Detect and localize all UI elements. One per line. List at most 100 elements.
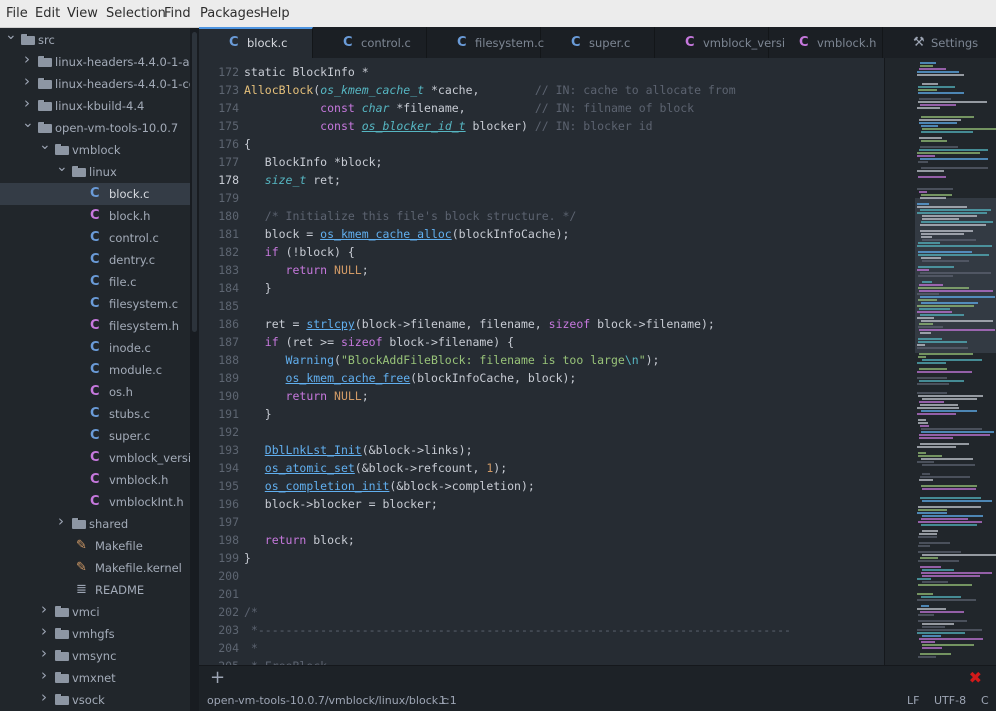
code-line[interactable]: ret = strlcpy(block->filename, filename,… (244, 317, 715, 331)
minimap-line (920, 404, 958, 406)
tree-file[interactable]: Cblock.h (0, 205, 190, 227)
tree-file[interactable]: Cmodule.c (0, 359, 190, 381)
tree-file[interactable]: Cblock.c (0, 183, 190, 205)
code-line[interactable]: /* Initialize this file's block structur… (244, 209, 577, 223)
status-line-ending[interactable]: LF (907, 694, 919, 707)
code-line[interactable]: size_t ret; (244, 173, 341, 187)
code-line[interactable]: const os_blocker_id_t blocker) // IN: bl… (244, 119, 652, 133)
menu-packages[interactable]: Packages (200, 6, 261, 21)
status-cursor-position[interactable]: 1:1 (439, 694, 457, 707)
code-line[interactable]: block = os_kmem_cache_alloc(blockInfoCac… (244, 227, 570, 241)
code-line[interactable]: } (244, 281, 272, 295)
code-line[interactable]: Warning("BlockAddFileBlock: filename is … (244, 353, 660, 367)
menu-view[interactable]: View (67, 6, 98, 21)
chevron-down-icon[interactable]: ⌄ (39, 138, 51, 152)
tree-file[interactable]: Cvmblock_version (0, 447, 190, 469)
tree-file[interactable]: Cdentry.c (0, 249, 190, 271)
status-grammar[interactable]: C (981, 694, 989, 707)
readme-icon: ≣ (76, 582, 87, 597)
code-line[interactable]: *---------------------------------------… (244, 623, 791, 637)
code-line[interactable]: return NULL; (244, 263, 369, 277)
tab-file[interactable]: Csuper.c (541, 27, 655, 58)
code-line[interactable]: DblLnkLst_Init(&block->links); (244, 443, 473, 457)
tree-folder[interactable]: › vmhgfs (0, 623, 190, 645)
tree-file[interactable]: ≣ README (0, 579, 190, 601)
code-line[interactable]: return NULL; (244, 389, 369, 403)
tree-folder[interactable]: ⌄ open-vm-tools-10.0.7 (0, 116, 190, 139)
code-line[interactable]: os_kmem_cache_free(blockInfoCache, block… (244, 371, 577, 385)
tree-file[interactable]: Cstubs.c (0, 403, 190, 425)
tree-folder[interactable]: ⌄ vmblock (0, 138, 190, 161)
code-line[interactable]: os_atomic_set(&block->refcount, 1); (244, 461, 507, 475)
chevron-right-icon[interactable]: › (39, 646, 49, 661)
chevron-right-icon[interactable]: › (22, 74, 32, 89)
tree-file[interactable]: Cvmblock.h (0, 469, 190, 491)
tab-file[interactable]: Cvmblock_versi (655, 27, 785, 58)
tree-folder[interactable]: ⌄ linux (0, 160, 190, 183)
status-file-path[interactable]: open-vm-tools-10.0.7/vmblock/linux/block… (207, 694, 448, 707)
tree-file[interactable]: Cos.h (0, 381, 190, 403)
tree-folder[interactable]: › vmxnet (0, 667, 190, 689)
status-encoding[interactable]: UTF-8 (934, 694, 966, 707)
chevron-right-icon[interactable]: › (39, 668, 49, 683)
tree-folder[interactable]: › vmsync (0, 645, 190, 667)
chevron-right-icon[interactable]: › (56, 514, 66, 529)
tab-file[interactable]: Ccontrol.c (313, 27, 427, 58)
tree-file[interactable]: Cfilesystem.h (0, 315, 190, 337)
code-lines[interactable]: static BlockInfo * AllocBlock(os_kmem_cac… (244, 58, 879, 665)
code-line[interactable]: BlockInfo *block; (244, 155, 383, 169)
tree-file[interactable]: Ccontrol.c (0, 227, 190, 249)
code-line[interactable]: block->blocker = blocker; (244, 497, 438, 511)
tab-file[interactable]: Cvmblock.h (769, 27, 883, 58)
code-line[interactable]: /* (244, 605, 258, 619)
code-line[interactable]: if (!block) { (244, 245, 355, 259)
tree-scroll-thumb[interactable] (192, 32, 197, 332)
minimap[interactable] (884, 58, 996, 665)
code-line[interactable]: const char *filename, // IN: filname of … (244, 101, 694, 115)
chevron-right-icon[interactable]: › (22, 52, 32, 67)
chevron-down-icon[interactable]: ⌄ (22, 116, 34, 130)
tree-folder[interactable]: › vmci (0, 601, 190, 623)
code-line[interactable]: os_completion_init(&block->completion); (244, 479, 535, 493)
chevron-right-icon[interactable]: › (39, 602, 49, 617)
tree-scrollbar[interactable] (190, 28, 199, 711)
chevron-right-icon[interactable]: › (39, 690, 49, 705)
menu-find[interactable]: Find (164, 6, 191, 21)
close-icon[interactable]: ✖ (969, 668, 982, 687)
tree-file[interactable]: Cfile.c (0, 271, 190, 293)
chevron-down-icon[interactable]: ⌄ (5, 28, 17, 42)
tree-folder[interactable]: › shared (0, 513, 190, 535)
tree-file[interactable]: ✎ Makefile.kernel (0, 557, 190, 579)
code-line[interactable]: if (ret >= sizeof block->filename) { (244, 335, 514, 349)
menu-file[interactable]: File (6, 6, 28, 21)
minimap-line (918, 338, 942, 340)
tree-folder[interactable]: › linux-headers-4.4.0-1-comi (0, 73, 190, 95)
tree-folder[interactable]: › vsock (0, 689, 190, 711)
code-editor[interactable]: 172 173 174 175 176 177 178 179 180 181 182 183 184 1… (199, 58, 884, 665)
tree-file[interactable]: Cfilesystem.c (0, 293, 190, 315)
tree-folder[interactable]: › linux-headers-4.4.0-1-amd (0, 51, 190, 73)
code-line[interactable]: { (244, 137, 251, 151)
code-line[interactable]: * (244, 641, 258, 655)
tab-file[interactable]: Cblock.c (199, 27, 313, 58)
add-panel-button[interactable]: + (210, 667, 225, 688)
tree-folder[interactable]: ⌄ src (0, 28, 190, 51)
tree-file[interactable]: Csuper.c (0, 425, 190, 447)
tree-file[interactable]: Cinode.c (0, 337, 190, 359)
chevron-right-icon[interactable]: › (39, 624, 49, 639)
tree-folder[interactable]: › linux-kbuild-4.4 (0, 95, 190, 117)
tree-file[interactable]: ✎ Makefile (0, 535, 190, 557)
chevron-right-icon[interactable]: › (22, 96, 32, 111)
code-line[interactable]: } (244, 407, 272, 421)
code-line[interactable]: return block; (244, 533, 355, 547)
menu-selection[interactable]: Selection (106, 6, 166, 21)
chevron-down-icon[interactable]: ⌄ (56, 160, 68, 174)
code-line[interactable]: } (244, 551, 251, 565)
code-line[interactable]: AllocBlock(os_kmem_cache_t *cache, // IN… (244, 83, 736, 97)
menu-edit[interactable]: Edit (35, 6, 60, 21)
tab-file[interactable]: Cfilesystem.c (427, 27, 544, 58)
code-line[interactable]: static BlockInfo * (244, 65, 369, 79)
tree-file[interactable]: CvmblockInt.h (0, 491, 190, 513)
menu-help[interactable]: Help (260, 6, 290, 21)
tab-settings[interactable]: ⚒ Settings (883, 27, 996, 58)
